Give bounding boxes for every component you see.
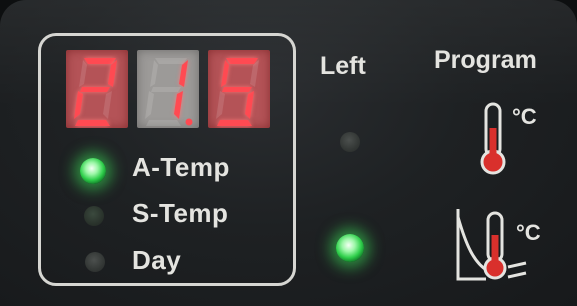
display-digit	[66, 50, 128, 128]
display-digit	[137, 50, 199, 128]
segment-e	[216, 91, 225, 119]
segment-b	[108, 60, 117, 87]
seven-segment-2	[74, 58, 117, 126]
seven-segment-5	[216, 58, 259, 126]
program-header: Program	[434, 46, 537, 74]
segment-d	[146, 120, 181, 126]
s-temp-label: S-Temp	[132, 198, 229, 228]
left-status-led-off	[340, 132, 360, 152]
segment-g	[222, 87, 252, 92]
a-temp-label: A-Temp	[132, 152, 230, 182]
segment-f	[221, 60, 229, 87]
left-header: Left	[320, 52, 366, 80]
segment-b	[250, 60, 259, 87]
seven-segment-1	[145, 58, 193, 126]
segment-f	[150, 60, 158, 87]
segment-d	[217, 120, 252, 126]
heating-curve-unit: °C	[516, 220, 541, 245]
segment-d	[75, 120, 110, 126]
segment-c	[245, 91, 254, 119]
segment-g	[151, 87, 181, 92]
a-temp-indicator-led	[80, 158, 106, 184]
day-label: Day	[132, 245, 182, 275]
segment-f	[79, 60, 87, 87]
heating-curve-thermometer-icon	[452, 205, 532, 287]
segment-e	[145, 91, 154, 119]
segment-c	[174, 91, 183, 119]
thermometer-unit: °C	[512, 104, 537, 129]
segment-b	[179, 60, 188, 87]
day-indicator-led	[85, 252, 105, 272]
segment-a	[226, 58, 258, 64]
segment-c	[103, 91, 112, 119]
segment-e	[74, 91, 83, 119]
left-status-led-on	[336, 234, 364, 262]
segment-a	[84, 58, 116, 64]
segment-g	[80, 87, 110, 92]
segment-a	[155, 58, 187, 64]
decimal-point	[185, 118, 193, 126]
thermometer-icon	[478, 98, 508, 178]
control-panel: A-Temp S-Temp Day Left Program °C °C	[0, 0, 577, 306]
s-temp-indicator-led	[84, 206, 104, 226]
display-digit	[208, 50, 270, 128]
